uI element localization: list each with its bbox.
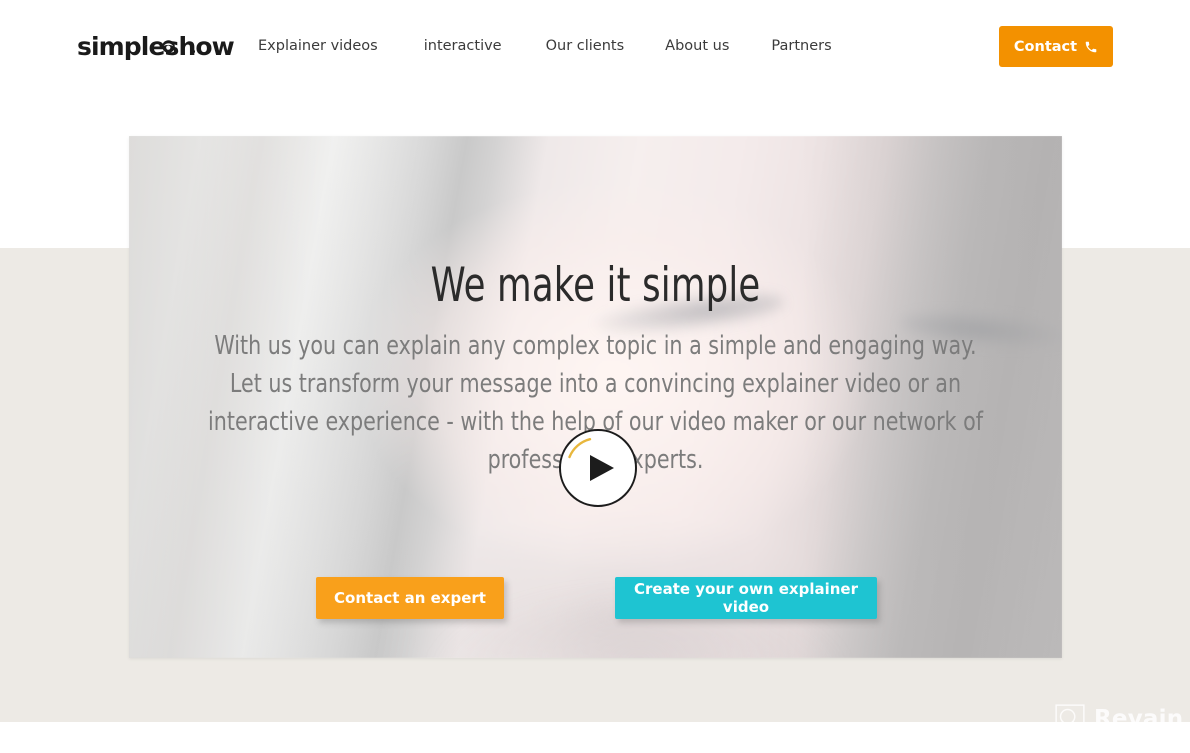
simpleshow-eye-icon xyxy=(161,39,175,53)
hero-content: We make it simple With us you can explai… xyxy=(129,136,1062,658)
nav-interactive[interactable]: interactive xyxy=(424,36,502,56)
page-root: simpleshow Explainer videos interactive … xyxy=(0,0,1190,753)
site-logo[interactable]: simpleshow xyxy=(77,31,235,61)
nav-explainer-videos[interactable]: Explainer videos xyxy=(258,36,378,56)
bottom-white-band xyxy=(0,722,1190,753)
nav-our-clients[interactable]: Our clients xyxy=(546,36,625,56)
site-header: simpleshow Explainer videos interactive … xyxy=(0,0,1190,93)
logo-registered-dot xyxy=(192,50,195,53)
contact-button-label: Contact xyxy=(1013,38,1078,55)
hero-banner: We make it simple With us you can explai… xyxy=(129,136,1062,658)
phone-icon xyxy=(1085,41,1097,52)
nav-about-us[interactable]: About us xyxy=(665,36,729,56)
nav-partners[interactable]: Partners xyxy=(771,36,831,56)
contact-an-expert-label: Contact an expert xyxy=(334,589,486,607)
contact-button[interactable]: Contact xyxy=(999,26,1113,67)
hero-title: We make it simple xyxy=(430,258,761,314)
contact-an-expert-button[interactable]: Contact an expert xyxy=(316,577,504,619)
logo-wordmark: simpleshow xyxy=(77,31,235,61)
play-video-button[interactable] xyxy=(559,429,637,507)
create-explainer-video-label: Create your own explainer video xyxy=(634,580,858,616)
create-explainer-video-button[interactable]: Create your own explainer video xyxy=(615,577,877,619)
play-triangle-icon xyxy=(590,455,614,481)
main-navigation: Explainer videos interactive Our clients… xyxy=(258,36,832,56)
